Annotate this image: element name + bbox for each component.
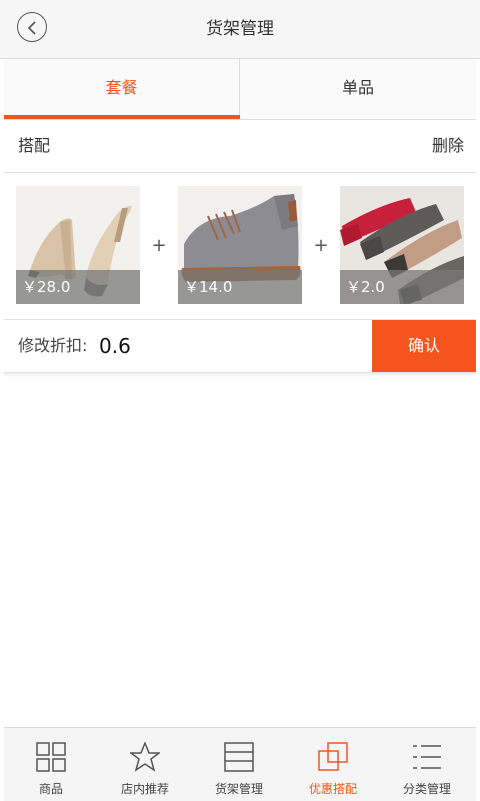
delete-button[interactable]: 删除 — [432, 120, 464, 172]
discount-row: 修改折扣: 0.6 确认 — [4, 320, 476, 373]
product-price: ￥14.0 — [178, 270, 302, 304]
tab-single-item[interactable]: 单品 — [240, 59, 476, 119]
plus-sign: + — [313, 235, 329, 256]
product-card[interactable]: ￥2.0 — [340, 186, 464, 304]
nav-item-discount-combo[interactable]: 优惠搭配 — [286, 728, 380, 801]
nav-item-store-recommend[interactable]: 店内推荐 — [98, 728, 192, 801]
discount-label: 修改折扣: — [18, 336, 88, 355]
star-icon — [130, 742, 160, 772]
overlap-squares-icon — [318, 742, 348, 771]
product-price: ￥28.0 — [16, 270, 140, 304]
nav-label: 优惠搭配 — [308, 782, 357, 796]
nav-label: 商品 — [38, 782, 63, 796]
product-card[interactable]: ￥28.0 — [16, 186, 140, 304]
tab-bar: 套餐 单品 — [4, 59, 476, 120]
nav-item-shelf-management[interactable]: 货架管理 — [192, 728, 286, 801]
combo-label: 搭配 — [18, 136, 51, 155]
shelf-icon — [224, 742, 254, 772]
confirm-button[interactable]: 确认 — [372, 320, 476, 372]
product-card[interactable]: ￥14.0 — [178, 186, 302, 304]
grid-icon — [36, 742, 66, 772]
nav-label: 店内推荐 — [120, 782, 169, 796]
tab-active-indicator — [4, 115, 240, 119]
nav-label: 货架管理 — [214, 782, 263, 796]
discount-input[interactable]: 0.6 — [99, 320, 131, 372]
nav-label: 分类管理 — [402, 782, 451, 796]
divider — [4, 373, 476, 377]
nav-item-products[interactable]: 商品 — [4, 728, 98, 801]
list-icon — [413, 745, 441, 769]
combo-products: ￥28.0 + ￥14.0 + ￥2.0 — [4, 173, 476, 320]
tab-combo[interactable]: 套餐 — [4, 59, 240, 119]
header-bar: 货架管理 — [0, 0, 480, 59]
combo-header: 搭配 删除 — [4, 120, 476, 173]
nav-item-category-management[interactable]: 分类管理 — [380, 728, 474, 801]
product-price: ￥2.0 — [340, 270, 464, 304]
bottom-nav: 商品 店内推荐 货架管理 优惠搭配 分类管理 — [4, 727, 476, 801]
plus-sign: + — [151, 235, 167, 256]
page-title: 货架管理 — [206, 19, 274, 39]
